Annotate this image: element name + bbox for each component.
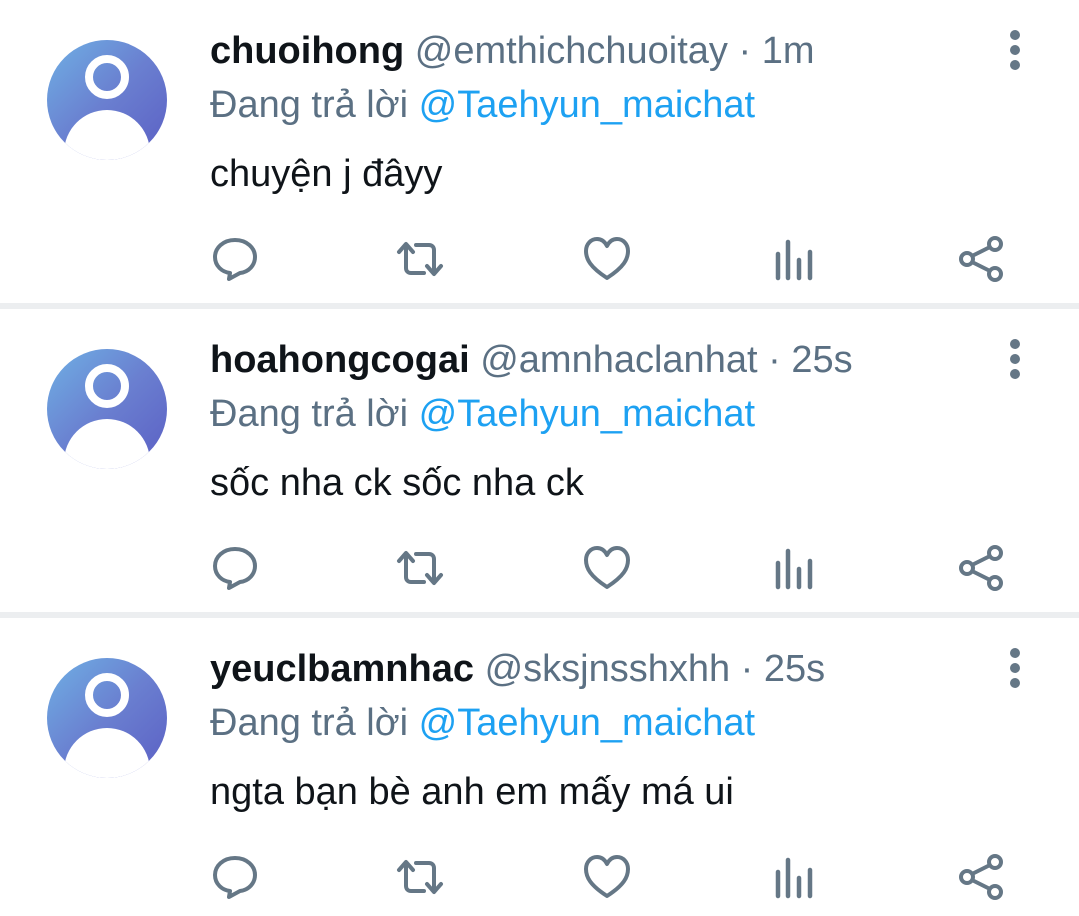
like-button[interactable] (580, 541, 634, 595)
avatar[interactable] (47, 40, 167, 160)
action-bar (0, 850, 1079, 904)
reply-button[interactable] (208, 232, 262, 286)
analytics-icon (775, 857, 813, 899)
action-bar (0, 541, 1079, 595)
user-handle[interactable]: @amnhaclanhat (480, 339, 757, 381)
reply-target-link[interactable]: @Taehyun_maichat (419, 84, 755, 126)
avatar[interactable] (47, 349, 167, 469)
analytics-icon (775, 239, 813, 281)
reply-icon (213, 238, 257, 281)
reply-target-link[interactable]: @Taehyun_maichat (419, 393, 755, 435)
analytics-button[interactable] (768, 541, 822, 595)
replying-to: Đang trả lời @Taehyun_maichat (210, 391, 755, 437)
timestamp[interactable]: 1m (762, 30, 815, 72)
separator: · (727, 30, 762, 72)
heart-icon (584, 855, 630, 898)
replying-to: Đang trả lời @Taehyun_maichat (210, 82, 755, 128)
more-vertical-icon[interactable] (1000, 28, 1030, 70)
retweet-icon (397, 551, 443, 585)
default-avatar-icon-body (64, 728, 150, 778)
share-button[interactable] (955, 850, 1009, 904)
share-button[interactable] (955, 541, 1009, 595)
tweet[interactable]: hoahongcogai @amnhaclanhat · 25s Đang tr… (0, 309, 1079, 612)
reply-feed: chuoihong @emthichchuoitay · 1m Đang trả… (0, 0, 1079, 916)
tweet-header: yeuclbamnhac @sksjnsshxhh · 25s (210, 646, 825, 692)
share-icon (959, 545, 1003, 591)
avatar[interactable] (47, 658, 167, 778)
tweet-text: chuyện j đâyy (210, 153, 443, 195)
default-avatar-icon-body (64, 110, 150, 160)
reply-button[interactable] (208, 850, 262, 904)
tweet[interactable]: yeuclbamnhac @sksjnsshxhh · 25s Đang trả… (0, 618, 1079, 916)
timestamp[interactable]: 25s (791, 339, 852, 381)
more-vertical-icon[interactable] (1000, 646, 1030, 688)
reply-icon (213, 856, 257, 899)
default-avatar-icon-body (64, 419, 150, 469)
more-vertical-icon[interactable] (1000, 337, 1030, 379)
retweet-button[interactable] (393, 232, 447, 286)
heart-icon (584, 237, 630, 280)
replying-to: Đang trả lời @Taehyun_maichat (210, 700, 755, 746)
user-handle[interactable]: @sksjnsshxhh (485, 648, 731, 690)
share-icon (959, 854, 1003, 900)
heart-icon (584, 546, 630, 589)
analytics-button[interactable] (768, 850, 822, 904)
tweet[interactable]: chuoihong @emthichchuoitay · 1m Đang trả… (0, 0, 1079, 303)
reply-target-link[interactable]: @Taehyun_maichat (419, 702, 755, 744)
display-name[interactable]: chuoihong (210, 30, 404, 72)
user-handle[interactable]: @emthichchuoitay (415, 30, 728, 72)
replying-to-label: Đang trả lời (210, 393, 409, 435)
default-avatar-icon-head (85, 364, 129, 408)
like-button[interactable] (580, 232, 634, 286)
analytics-icon (775, 548, 813, 590)
tweet-header: chuoihong @emthichchuoitay · 1m (210, 28, 815, 74)
replying-to-label: Đang trả lời (210, 702, 409, 744)
share-icon (959, 236, 1003, 282)
tweet-text: sốc nha ck sốc nha ck (210, 462, 584, 504)
replying-to-label: Đang trả lời (210, 84, 409, 126)
retweet-icon (397, 860, 443, 894)
tweet-text: ngta bạn bè anh em mấy má ui (210, 771, 734, 813)
like-button[interactable] (580, 850, 634, 904)
timestamp[interactable]: 25s (764, 648, 825, 690)
retweet-button[interactable] (393, 850, 447, 904)
display-name[interactable]: hoahongcogai (210, 339, 470, 381)
default-avatar-icon-head (85, 55, 129, 99)
separator: · (730, 648, 764, 690)
default-avatar-icon-head (85, 673, 129, 717)
analytics-button[interactable] (768, 232, 822, 286)
retweet-icon (397, 242, 443, 276)
separator: · (757, 339, 792, 381)
share-button[interactable] (955, 232, 1009, 286)
reply-button[interactable] (208, 541, 262, 595)
action-bar (0, 232, 1079, 286)
retweet-button[interactable] (393, 541, 447, 595)
tweet-header: hoahongcogai @amnhaclanhat · 25s (210, 337, 853, 383)
display-name[interactable]: yeuclbamnhac (210, 648, 474, 690)
reply-icon (213, 547, 257, 590)
